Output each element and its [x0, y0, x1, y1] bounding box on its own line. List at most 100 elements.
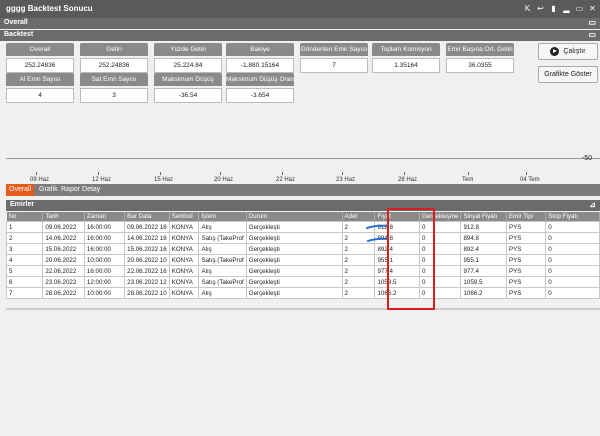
- table-cell: 977.4: [460, 265, 507, 277]
- stat-value: -1.880.15164: [226, 58, 294, 73]
- column-header[interactable]: Durum: [246, 212, 343, 222]
- bookmark-icon[interactable]: ▮: [548, 3, 559, 14]
- stat-value: 4: [6, 88, 74, 103]
- collapse-icon[interactable]: ▭: [588, 18, 596, 27]
- table-cell: PYS: [505, 276, 547, 288]
- stat-card-maksimum-dusus-orani: Maksimum Düşüş Oranı -3.654: [226, 73, 294, 103]
- table-cell: KONYA: [168, 254, 200, 266]
- stat-card-bakiye: Bakiye -1.880.15164: [226, 43, 294, 73]
- table-cell: 2: [341, 276, 376, 288]
- stat-label: Getiri: [80, 43, 148, 56]
- column-header[interactable]: Emir Tipi: [506, 212, 547, 222]
- table-cell: 23.06.2022: [42, 276, 85, 288]
- undo-icon[interactable]: ↩: [535, 3, 546, 14]
- column-header[interactable]: Sembol: [169, 212, 200, 222]
- table-cell: 0: [419, 254, 462, 266]
- table-cell: 14.06.2022: [42, 232, 85, 244]
- table-row[interactable]: 2 14.06.2022 16:00:00 14.06.2022 16 KONYA Sat…: [5, 232, 600, 244]
- table-cell: Gerçekleşti: [245, 265, 343, 277]
- axis-tick: 28 Haz: [398, 172, 418, 183]
- stat-card-getiri: Getiri 252.24836: [80, 43, 148, 73]
- stat-card-sat-emri: Sat Emri Sayısı 3: [80, 73, 148, 103]
- table-cell: Satış (TakeProf: [198, 276, 247, 288]
- stat-card-gonderilen-emir: Gönderilen Emir Sayısı 7: [300, 43, 368, 73]
- stat-label: Yüzde Getiri: [154, 43, 222, 56]
- table-row[interactable]: 1 09.06.2022 16:00:00 09.06.2022 16 KONYA Alı…: [5, 221, 600, 233]
- column-header[interactable]: Fiyat: [374, 212, 421, 222]
- table-cell: 09.06.2022 16: [124, 221, 170, 233]
- table-cell: Alış: [198, 221, 247, 233]
- table-row[interactable]: 7 28.06.2022 10:00:00 28.06.2022 10 KONYA Alı…: [5, 287, 600, 299]
- orders-header: Emirler ⊿: [6, 200, 600, 211]
- tab-rapor-detay[interactable]: Rapor Detay: [58, 184, 103, 196]
- table-cell: 14.06.2022 16: [124, 232, 170, 244]
- axis-tick: 12 Haz: [92, 172, 112, 183]
- stat-value: 3: [80, 88, 148, 103]
- table-cell: 16:00:00: [83, 265, 126, 277]
- table-row[interactable]: 3 15.06.2022 16:00:00 15.06.2022 16 KONYA Alı…: [5, 243, 600, 255]
- table-cell: PYS: [505, 265, 547, 277]
- close-icon[interactable]: ✕: [587, 3, 598, 14]
- stat-label: Al Emri Sayısı: [6, 73, 74, 86]
- column-header[interactable]: Zaman: [84, 212, 126, 222]
- stat-value: 36.0355: [446, 58, 514, 73]
- column-header[interactable]: Gerçekleşme: [419, 212, 462, 222]
- tab-overall[interactable]: Overall: [6, 184, 35, 196]
- table-cell: Gerçekleşti: [245, 243, 343, 255]
- table-cell: 912.8: [460, 221, 507, 233]
- table-cell: 2: [5, 232, 44, 244]
- stat-value: 7: [300, 58, 368, 73]
- overall-section-header[interactable]: Overall ▭: [0, 18, 600, 29]
- table-cell: 5: [5, 265, 44, 277]
- table-cell: PYS: [505, 243, 547, 255]
- table-cell: 1: [5, 221, 44, 233]
- column-header[interactable]: İşlem: [198, 212, 247, 222]
- minimize-icon[interactable]: ▂: [561, 3, 572, 14]
- table-cell: 12:00:00: [83, 276, 126, 288]
- horizontal-scrollbar[interactable]: [6, 308, 600, 310]
- stat-value: 25.224.84: [154, 58, 222, 73]
- run-button[interactable]: Çalıştır: [538, 43, 598, 60]
- table-cell: PYS: [505, 287, 547, 299]
- table-cell: 4: [5, 254, 44, 266]
- table-row[interactable]: 5 22.06.2022 16:00:00 22.06.2022 16 KONYA Alı…: [5, 265, 600, 277]
- table-cell: 23.06.2022 12: [124, 276, 170, 288]
- column-header[interactable]: Tarih: [42, 212, 85, 222]
- column-header[interactable]: Sinyal Fiyatı: [460, 212, 507, 222]
- table-cell: 0: [419, 265, 462, 277]
- stat-card-yuzde-getiri: Yüzde Getiri 25.224.84: [154, 43, 222, 73]
- table-cell: KONYA: [168, 265, 200, 277]
- table-cell: 6: [5, 276, 44, 288]
- tab-grafik[interactable]: Grafik: [36, 184, 61, 196]
- table-cell: Satış (TakeProf: [198, 232, 247, 244]
- column-header[interactable]: Bar Data: [124, 212, 170, 222]
- axis-tick: Tem: [462, 172, 474, 183]
- orders-body: 1 09.06.2022 16:00:00 09.06.2022 16 KONYA Alı…: [5, 221, 600, 299]
- table-row[interactable]: 6 23.06.2022 12:00:00 23.06.2022 12 KONYA Sat…: [5, 276, 600, 288]
- table-cell: 0: [545, 232, 600, 244]
- pin-icon[interactable]: ⊿: [589, 200, 596, 209]
- table-cell: KONYA: [168, 276, 200, 288]
- stat-label: Toplam Komisyon: [372, 43, 440, 56]
- table-row[interactable]: 4 20.06.2022 10:00:00 20.06.2022 10 KONYA Sat…: [5, 254, 600, 266]
- k-icon[interactable]: K: [522, 3, 533, 14]
- axis-tick: 20 Haz: [214, 172, 234, 183]
- table-cell: 0: [545, 221, 600, 233]
- column-header[interactable]: Adet: [342, 212, 376, 222]
- column-header[interactable]: Stop Fiyatı: [545, 212, 600, 222]
- column-header[interactable]: No: [6, 212, 44, 222]
- collapse-icon[interactable]: ▭: [588, 30, 596, 39]
- table-cell: 10:00:00: [83, 287, 126, 299]
- stat-card-overall: Overall 252.24836: [6, 43, 74, 73]
- table-header-row: No Tarih Zaman Bar Data Sembol İşlem Dur…: [6, 212, 600, 222]
- table-cell: KONYA: [168, 243, 200, 255]
- axis-tick: 22 Haz: [276, 172, 296, 183]
- table-cell: 2: [341, 254, 376, 266]
- maximize-icon[interactable]: ▭: [574, 3, 585, 14]
- table-cell: 2: [341, 287, 376, 299]
- show-on-chart-button[interactable]: Grafikte Göster: [538, 66, 598, 83]
- table-cell: KONYA: [168, 287, 200, 299]
- play-icon: [550, 46, 560, 56]
- backtest-section-header[interactable]: Backtest ▭: [0, 30, 600, 41]
- axis-tick: 23 Haz: [336, 172, 356, 183]
